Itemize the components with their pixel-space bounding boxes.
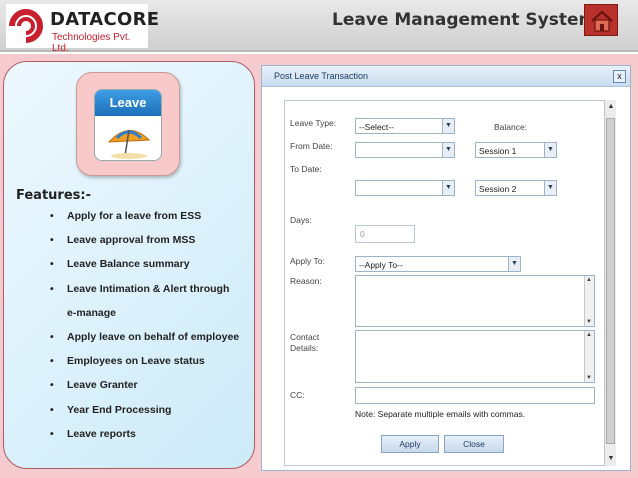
- from-session-select[interactable]: Session 1 ▼: [475, 142, 557, 158]
- app-header: DATACORE Technologies Pvt. Ltd. Leave Ma…: [0, 0, 638, 54]
- dropdown-arrow-icon: ▼: [442, 143, 454, 157]
- dialog-scrollbar[interactable]: ▲ ▼: [604, 100, 616, 466]
- dropdown-arrow-icon: ▼: [544, 143, 556, 157]
- bullet: •: [50, 282, 54, 295]
- scroll-up-icon[interactable]: ▲: [606, 102, 616, 112]
- days-value: 0: [360, 229, 365, 239]
- leave-app-icon: Leave: [76, 72, 180, 176]
- bullet: •: [50, 234, 54, 247]
- scroll-down-icon[interactable]: ▼: [606, 454, 616, 464]
- to-session-select[interactable]: Session 2 ▼: [475, 180, 557, 196]
- feature-item: • Year End Processing: [4, 398, 254, 422]
- apply-to-value: --Apply To--: [359, 260, 403, 270]
- contact-details-textarea[interactable]: ▲ ▼: [355, 330, 595, 383]
- contact-label-line1: Contact: [290, 332, 320, 342]
- dialog-close-button[interactable]: x: [613, 70, 626, 83]
- cc-note: Note: Separate multiple emails with comm…: [355, 409, 526, 419]
- leave-type-label: Leave Type:: [290, 118, 337, 128]
- bullet: •: [50, 258, 54, 271]
- reason-label: Reason:: [290, 276, 322, 286]
- textarea-scrollbar[interactable]: ▲ ▼: [584, 276, 594, 326]
- bullet: •: [50, 210, 54, 222]
- post-leave-dialog: Post Leave Transaction x ▲ ▼ Leave Type:…: [261, 65, 631, 471]
- to-date-label: To Date:: [290, 164, 322, 174]
- home-icon: [591, 10, 613, 32]
- company-name: DATACORE: [50, 9, 160, 30]
- close-button[interactable]: Close: [444, 435, 504, 453]
- to-date-picker[interactable]: ▼: [355, 180, 455, 196]
- bullet: •: [50, 403, 54, 416]
- dialog-title: Post Leave Transaction: [274, 71, 369, 81]
- from-session-value: Session 1: [479, 146, 517, 156]
- company-logo: DATACORE Technologies Pvt. Ltd.: [6, 4, 159, 54]
- home-button[interactable]: [584, 4, 618, 36]
- feature-item: • Leave Intimation & Alert through: [4, 277, 254, 301]
- dropdown-arrow-icon: ▼: [442, 181, 454, 195]
- company-subtitle: Technologies Pvt. Ltd.: [52, 32, 131, 54]
- feature-item: • Employees on Leave status: [4, 349, 254, 373]
- feature-item: • Leave Balance summary: [4, 252, 254, 276]
- feature-item: • Apply leave on behalf of employee: [4, 325, 254, 349]
- contact-label-line2: Details:: [290, 343, 319, 353]
- from-date-label: From Date:: [290, 141, 333, 151]
- features-title: Features:-: [16, 188, 91, 203]
- dropdown-arrow-icon: ▼: [544, 181, 556, 195]
- leave-type-select[interactable]: --Select-- ▼: [355, 118, 455, 134]
- from-date-picker[interactable]: ▼: [355, 142, 455, 158]
- days-field: 0: [355, 225, 415, 243]
- reason-textarea[interactable]: ▲ ▼: [355, 275, 595, 327]
- feature-item: • Apply for a leave from ESS: [4, 204, 254, 228]
- dialog-titlebar: Post Leave Transaction x: [262, 66, 630, 87]
- dropdown-arrow-icon: ▼: [508, 257, 520, 271]
- apply-to-label: Apply To:: [290, 256, 325, 266]
- features-panel: Leave Features:- • Apply for a leave from…: [3, 61, 255, 469]
- leave-icon-label: Leave: [95, 90, 161, 116]
- main-area: Leave Features:- • Apply for a leave from…: [0, 54, 638, 478]
- balance-label: Balance:: [494, 122, 528, 132]
- bullet: •: [50, 379, 54, 392]
- apply-button[interactable]: Apply: [381, 435, 439, 453]
- cc-label: CC:: [290, 390, 305, 400]
- calendar-icon: Leave: [94, 89, 162, 161]
- bullet: •: [50, 427, 54, 440]
- feature-item: • Leave approval from MSS: [4, 228, 254, 252]
- textarea-scrollbar[interactable]: ▲ ▼: [584, 331, 594, 382]
- cc-input[interactable]: [355, 387, 595, 404]
- bullet: •: [50, 355, 54, 368]
- app-title: Leave Management System: [332, 10, 597, 30]
- datacore-logo-icon: [9, 9, 43, 43]
- feature-item-continued: e-manage: [67, 306, 117, 319]
- apply-to-select[interactable]: --Apply To-- ▼: [355, 256, 521, 272]
- umbrella-icon: [107, 129, 151, 159]
- days-label: Days:: [290, 215, 312, 225]
- leave-type-value: --Select--: [359, 122, 394, 132]
- dropdown-arrow-icon: ▼: [442, 119, 454, 133]
- feature-item: • Leave reports: [4, 422, 254, 446]
- feature-item: • Leave Granter: [4, 373, 254, 397]
- scroll-thumb[interactable]: [606, 118, 615, 444]
- bullet: •: [50, 330, 54, 343]
- features-list: • Apply for a leave from ESS • Leave appro…: [4, 204, 254, 446]
- to-session-value: Session 2: [479, 184, 517, 194]
